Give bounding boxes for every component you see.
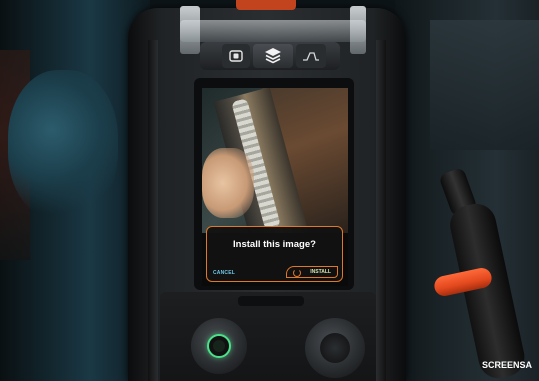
preview-image xyxy=(202,88,348,233)
install-button[interactable]: INSTALL xyxy=(286,266,338,278)
clear-cover-right xyxy=(350,6,366,54)
clear-cover-left xyxy=(180,6,200,54)
layers-button[interactable] xyxy=(253,44,293,68)
welder-bevel-left xyxy=(148,40,158,381)
knob-center xyxy=(213,340,225,352)
cancel-button[interactable]: CANCEL xyxy=(213,270,235,276)
welder-handle-accent xyxy=(236,0,296,10)
photo-scene: Install this image? CANCEL INSTALL SCREE… xyxy=(0,0,539,381)
knob-center xyxy=(320,333,350,363)
panel-slot xyxy=(238,296,304,306)
watermark-text: SCREENSA xyxy=(482,360,533,370)
image-button[interactable] xyxy=(222,44,250,68)
waveform-icon xyxy=(303,52,319,61)
waveform-button[interactable] xyxy=(296,44,326,68)
install-label: INSTALL xyxy=(310,269,331,275)
background-blur-blob xyxy=(8,70,118,220)
preview-hand xyxy=(202,148,254,218)
background-machine-panel xyxy=(430,20,539,150)
image-icon xyxy=(229,50,243,62)
welder-bevel-right xyxy=(376,40,386,381)
clear-cover-bar xyxy=(180,20,366,42)
layers-icon xyxy=(265,48,281,64)
dialog-title: Install this image? xyxy=(233,239,316,250)
lcd-screen: Install this image? CANCEL INSTALL xyxy=(202,88,348,286)
confirm-dial-icon xyxy=(293,269,301,277)
install-dialog: Install this image? CANCEL INSTALL xyxy=(206,226,343,282)
